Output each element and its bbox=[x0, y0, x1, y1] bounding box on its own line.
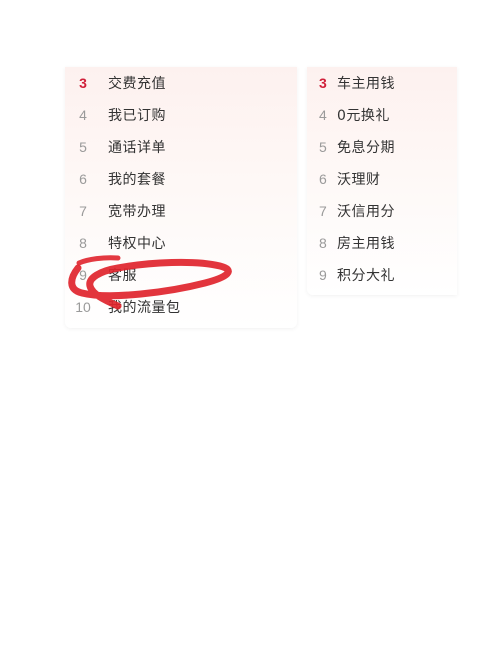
rank-number: 3 bbox=[79, 75, 87, 91]
rank-label: 客服 bbox=[108, 268, 137, 284]
rank-number: 4 bbox=[79, 107, 87, 123]
rank-label: 房主用钱 bbox=[337, 236, 395, 252]
rank-label: 我的套餐 bbox=[108, 172, 166, 188]
rank-label: 沃信用分 bbox=[337, 204, 395, 220]
rank-label: 车主用钱 bbox=[337, 76, 395, 92]
list-item[interactable]: 3 车主用钱 bbox=[307, 67, 395, 99]
rank-label: 我已订购 bbox=[108, 108, 166, 124]
rank-label: 我的流量包 bbox=[108, 300, 181, 316]
list-item[interactable]: 7 沃信用分 bbox=[307, 195, 395, 227]
right-ranking-card: 3 车主用钱 4 0元换礼 5 免息分期 6 沃理财 7 沃信用分 8 房主用钱 bbox=[307, 67, 457, 295]
rank-label: 积分大礼 bbox=[337, 268, 395, 284]
rank-label: 0元换礼 bbox=[337, 108, 390, 124]
list-item[interactable]: 9 积分大礼 bbox=[307, 259, 395, 291]
list-item[interactable]: 8 特权中心 bbox=[65, 227, 166, 259]
rank-number: 8 bbox=[79, 235, 87, 251]
list-item[interactable]: 6 沃理财 bbox=[307, 163, 381, 195]
list-item[interactable]: 10 我的流量包 bbox=[65, 291, 181, 323]
list-item[interactable]: 4 我已订购 bbox=[65, 99, 166, 131]
rank-number: 9 bbox=[79, 267, 87, 283]
list-item[interactable]: 5 免息分期 bbox=[307, 131, 395, 163]
left-ranking-card: 3 交费充值 4 我已订购 5 通话详单 6 我的套餐 7 宽带办理 8 特权中… bbox=[65, 67, 297, 328]
list-item[interactable]: 6 我的套餐 bbox=[65, 163, 166, 195]
ranking-page: 3 交费充值 4 我已订购 5 通话详单 6 我的套餐 7 宽带办理 8 特权中… bbox=[0, 0, 500, 666]
rank-number: 7 bbox=[79, 203, 87, 219]
rank-number: 5 bbox=[79, 139, 87, 155]
rank-label: 交费充值 bbox=[108, 76, 166, 92]
rank-label: 通话详单 bbox=[108, 140, 166, 156]
list-item[interactable]: 5 通话详单 bbox=[65, 131, 166, 163]
rank-number: 6 bbox=[79, 171, 87, 187]
list-item[interactable]: 8 房主用钱 bbox=[307, 227, 395, 259]
rank-label: 免息分期 bbox=[337, 140, 395, 156]
list-item-customer-service[interactable]: 9 客服 bbox=[65, 259, 137, 291]
list-item[interactable]: 7 宽带办理 bbox=[65, 195, 166, 227]
list-item[interactable]: 3 交费充值 bbox=[65, 67, 166, 99]
rank-label: 宽带办理 bbox=[108, 204, 166, 220]
rank-label: 沃理财 bbox=[337, 172, 381, 188]
rank-number: 10 bbox=[75, 299, 91, 315]
list-item[interactable]: 4 0元换礼 bbox=[307, 99, 390, 131]
rank-label: 特权中心 bbox=[108, 236, 166, 252]
